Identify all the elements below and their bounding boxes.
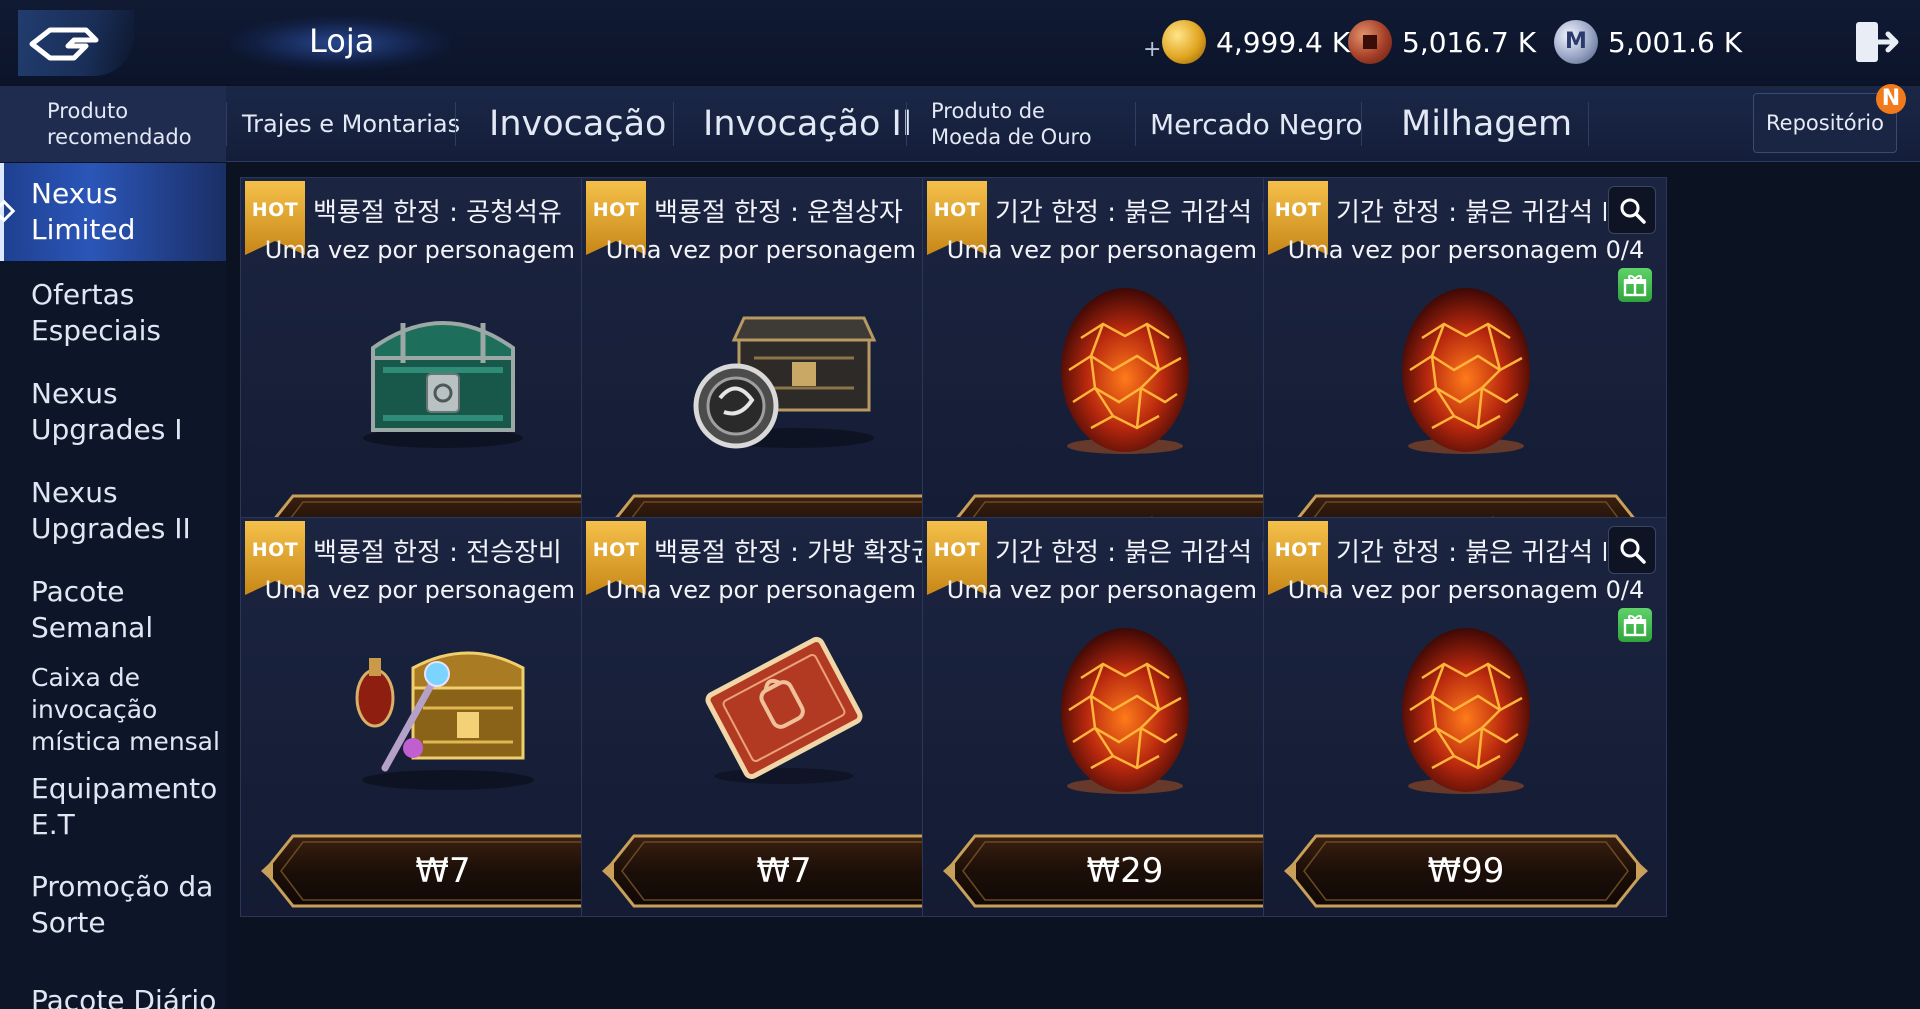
buy-button[interactable]: ₩7 bbox=[259, 830, 627, 912]
tab-mercado-negro[interactable]: Mercado Negro bbox=[1150, 86, 1363, 162]
sidebar-item-nexus-upgrades-i[interactable]: Nexus Upgrades I bbox=[0, 376, 226, 448]
zoom-button[interactable] bbox=[1608, 186, 1656, 234]
selected-diamond-icon bbox=[0, 199, 16, 223]
mileage-amount: 5,001.6 K bbox=[1608, 25, 1743, 59]
hot-label: HOT bbox=[933, 539, 981, 561]
red-egg-image bbox=[1025, 618, 1225, 798]
tab-separator bbox=[1588, 102, 1589, 146]
price-label: ₩7 bbox=[756, 851, 812, 891]
sidebar-item-nexus-upgrades-ii[interactable]: Nexus Upgrades II bbox=[0, 475, 226, 547]
tab-separator bbox=[1361, 102, 1362, 146]
red-egg-image bbox=[1366, 278, 1566, 458]
product-title: 백룡절 한정 : 가방 확장권 bbox=[654, 538, 924, 568]
tab-separator bbox=[673, 102, 674, 146]
tab-produto-recomendado[interactable]: Produto recomendado bbox=[0, 86, 226, 162]
product-title: 기간 한정 : 붉은 귀갑석 I bbox=[995, 198, 1265, 228]
hot-label: HOT bbox=[933, 199, 981, 221]
exit-icon[interactable] bbox=[1852, 18, 1900, 66]
add-currency-icon[interactable]: + bbox=[1143, 37, 1161, 62]
sidebar-item-promocao-da-sorte[interactable]: Promoção da Sorte bbox=[0, 869, 226, 941]
purchase-limit: Uma vez por personagem 0/4 bbox=[1287, 576, 1645, 604]
gold-amount: 4,999.4 K bbox=[1216, 25, 1351, 59]
price-label: ₩29 bbox=[1086, 851, 1164, 891]
hot-label: HOT bbox=[592, 539, 640, 561]
magnifier-icon bbox=[1620, 198, 1646, 224]
jade-chest-image bbox=[343, 278, 543, 458]
buy-button[interactable]: ₩7 bbox=[600, 830, 968, 912]
red-egg-image bbox=[1366, 618, 1566, 798]
sidebar-item-pacote-semanal[interactable]: Pacote Semanal bbox=[0, 574, 226, 646]
hot-label: HOT bbox=[1274, 199, 1322, 221]
gold-currency: 4,999.4 K bbox=[1162, 20, 1350, 64]
product-card[interactable]: HOT 기간 한정 : 붉은 귀갑석 IV Uma vez por person… bbox=[1263, 517, 1667, 917]
red-egg-image bbox=[1025, 278, 1225, 458]
mileage-currency: M 5,001.6 K bbox=[1554, 20, 1742, 64]
page-title: Loja bbox=[309, 22, 375, 60]
tab-invocacao-ii[interactable]: Invocação II bbox=[703, 86, 912, 162]
buy-button[interactable]: ₩29 bbox=[941, 830, 1309, 912]
tab-invocacao[interactable]: Invocação bbox=[489, 86, 666, 162]
sidebar-item-caixa-invocacao[interactable]: Caixa de invocação mística mensal bbox=[0, 662, 226, 758]
back-arrow-icon bbox=[29, 27, 99, 61]
hot-label: HOT bbox=[251, 539, 299, 561]
bronze-coin-icon bbox=[1348, 20, 1392, 64]
hot-label: HOT bbox=[592, 199, 640, 221]
tab-trajes-e-montarias[interactable]: Trajes e Montarias bbox=[242, 86, 460, 162]
tab-separator bbox=[455, 102, 456, 146]
top-bar: Loja + 4,999.4 K 5,016.7 K M 5,001.6 K bbox=[0, 0, 1920, 84]
ticket-image bbox=[684, 618, 884, 798]
price-label: ₩7 bbox=[415, 851, 471, 891]
tab-bar: Produto recomendado Trajes e Montarias I… bbox=[0, 86, 1920, 162]
gold-chest-image bbox=[343, 618, 543, 798]
sidebar-item-nexus-limited[interactable]: Nexus Limited bbox=[0, 163, 226, 261]
price-label: ₩99 bbox=[1427, 851, 1505, 891]
product-title: 백룡절 한정 : 공청석유 bbox=[313, 198, 562, 228]
tab-separator bbox=[906, 102, 907, 146]
tab-produto-moeda-de-ouro[interactable]: Produto de Moeda de Ouro bbox=[931, 86, 1121, 162]
hot-label: HOT bbox=[251, 199, 299, 221]
product-title: 기간 한정 : 붉은 귀갑석 II bbox=[995, 538, 1265, 568]
bronze-currency: 5,016.7 K bbox=[1348, 20, 1536, 64]
new-badge: N bbox=[1876, 84, 1906, 114]
magnifier-icon bbox=[1620, 538, 1646, 564]
sidebar-item-pacote-diario[interactable]: Pacote Diário bbox=[0, 983, 226, 1009]
gift-icon[interactable] bbox=[1618, 268, 1652, 302]
product-title: 백룡절 한정 : 운철상자 bbox=[654, 198, 903, 228]
mileage-coin-icon: M bbox=[1554, 20, 1598, 64]
sidebar: Nexus Limited Ofertas Especiais Nexus Up… bbox=[0, 163, 226, 1009]
product-title: 기간 한정 : 붉은 귀갑석 III bbox=[1336, 198, 1606, 228]
purchase-limit: Uma vez por personagem 0/4 bbox=[1287, 236, 1645, 264]
sidebar-item-ofertas-especiais[interactable]: Ofertas Especiais bbox=[0, 277, 226, 349]
buy-button[interactable]: ₩99 bbox=[1282, 830, 1650, 912]
tab-separator bbox=[226, 102, 227, 146]
back-button[interactable] bbox=[18, 10, 134, 76]
hot-label: HOT bbox=[1274, 539, 1322, 561]
product-grid: HOT 백룡절 한정 : 공청석유 Uma vez por personagem… bbox=[240, 177, 1900, 1009]
tab-separator bbox=[1135, 102, 1136, 146]
product-title: 기간 한정 : 붉은 귀갑석 IV bbox=[1336, 538, 1606, 568]
tab-milhagem[interactable]: Milhagem bbox=[1401, 86, 1572, 162]
bronze-amount: 5,016.7 K bbox=[1402, 25, 1537, 59]
iron-chest-image bbox=[684, 278, 884, 458]
product-title: 백룡절 한정 : 전승장비 bbox=[313, 538, 562, 568]
sidebar-item-equipamento-et[interactable]: Equipamento E.T bbox=[0, 771, 226, 843]
zoom-button[interactable] bbox=[1608, 526, 1656, 574]
gift-icon[interactable] bbox=[1618, 608, 1652, 642]
gold-coin-icon bbox=[1162, 20, 1206, 64]
